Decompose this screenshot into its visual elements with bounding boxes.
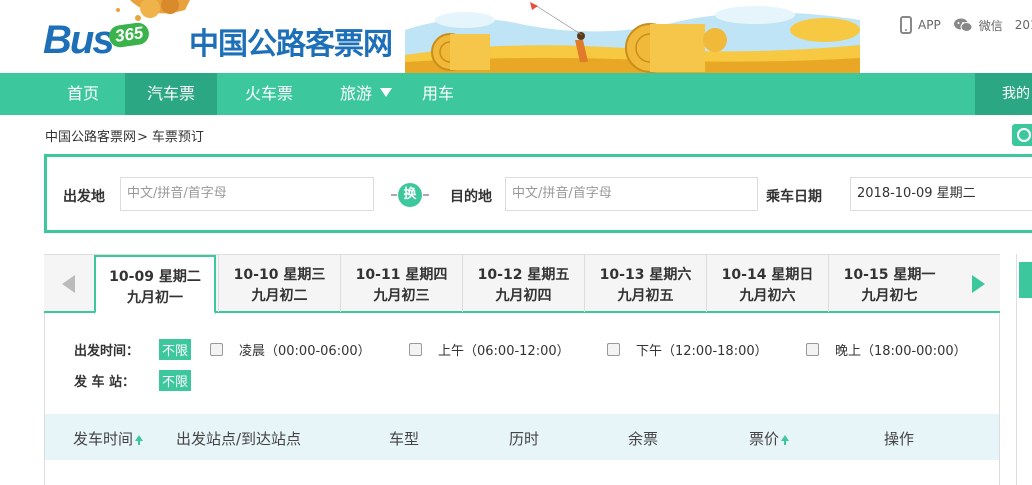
breadcrumb-home-link[interactable]: 中国公路客票网 bbox=[45, 130, 136, 145]
nav-bus-tickets[interactable]: 汽车票 bbox=[125, 73, 217, 115]
logo-bus-text: Bus bbox=[43, 18, 115, 62]
nav-car-rental-label: 用车 bbox=[421, 84, 454, 103]
date-input[interactable]: 2018-10-09 星期二 bbox=[850, 177, 1032, 211]
station-filter-label: 发 车 站： bbox=[74, 375, 136, 390]
time-unlimited-tag[interactable]: 不限 bbox=[159, 339, 192, 360]
breadcrumb-separator: > bbox=[137, 130, 148, 145]
site-name: 中国公路客票网 bbox=[189, 27, 393, 62]
breadcrumb: 中国公路客票网> 车票预订 bbox=[45, 126, 204, 145]
swap-line-left bbox=[391, 194, 397, 196]
hay-bale-banner bbox=[405, 0, 860, 73]
col-price-label: 票价 bbox=[749, 430, 780, 448]
logo-365-badge: 365 bbox=[107, 21, 151, 49]
col-action: 操作 bbox=[884, 430, 915, 448]
date-tab-lunar: 九月初四 bbox=[495, 288, 552, 304]
date-tab-lunar: 九月初二 bbox=[251, 288, 308, 304]
date-tab-date: 10-15 星期一 bbox=[843, 267, 936, 283]
date-tab-date: 10-11 星期四 bbox=[355, 267, 448, 283]
app-label: APP bbox=[918, 18, 941, 32]
nav-my-account[interactable]: 我的 bbox=[975, 73, 1032, 115]
date-tab[interactable]: 10-13 星期六 九月初五 bbox=[584, 255, 706, 312]
nav-home-label: 首页 bbox=[66, 84, 99, 103]
phone-icon bbox=[900, 16, 912, 34]
checkbox[interactable] bbox=[409, 343, 422, 356]
sort-up-icon bbox=[135, 435, 144, 445]
col-price[interactable]: 票价 bbox=[749, 428, 790, 449]
nav-train-tickets[interactable]: 火车票 bbox=[229, 73, 309, 115]
wechat-link[interactable]: 微信 bbox=[953, 17, 1003, 34]
swap-icon: 换 bbox=[398, 183, 422, 207]
nav-bus-tickets-label: 汽车票 bbox=[146, 84, 195, 103]
to-label: 目的地 bbox=[450, 189, 492, 205]
checkbox[interactable] bbox=[210, 343, 223, 356]
sort-up-icon bbox=[781, 435, 790, 445]
time-option-label: 凌晨（00:00-06:00） bbox=[239, 344, 371, 359]
nav-travel[interactable]: 旅游 bbox=[326, 73, 406, 115]
date-tab-lunar: 九月初一 bbox=[127, 290, 183, 306]
time-option-afternoon[interactable]: 下午（12:00-18:00） bbox=[607, 340, 768, 359]
time-option-dawn[interactable]: 凌晨（00:00-06:00） bbox=[210, 340, 371, 359]
time-filter-row: 出发时间： 不限 bbox=[74, 339, 208, 360]
breadcrumb-current: 车票预订 bbox=[151, 130, 204, 145]
date-tab[interactable]: 10-12 星期五 九月初四 bbox=[462, 255, 584, 312]
main-nav: 首页 汽车票 火车票 旅游 用车 我的 bbox=[0, 73, 1032, 115]
date-tab-date: 10-14 星期日 bbox=[721, 267, 814, 283]
date-tab-date: 10-12 星期五 bbox=[477, 267, 570, 283]
prev-date-arrow-icon[interactable] bbox=[44, 255, 94, 312]
wechat-icon bbox=[953, 18, 973, 32]
time-option-label: 晚上（18:00-00:00） bbox=[835, 344, 967, 359]
site-header: Bus 365 中国公路客票网 APP 微信 20 bbox=[0, 0, 1032, 73]
checkbox[interactable] bbox=[806, 343, 819, 356]
date-tab[interactable]: 10-11 星期四 九月初三 bbox=[340, 255, 462, 312]
time-option-evening[interactable]: 晚上（18:00-00:00） bbox=[806, 340, 967, 359]
app-link[interactable]: APP bbox=[900, 16, 941, 34]
time-option-morning[interactable]: 上午（06:00-12:00） bbox=[409, 340, 570, 359]
time-option-label: 上午（06:00-12:00） bbox=[438, 344, 570, 359]
col-depart-time-label: 发车时间 bbox=[73, 430, 134, 448]
service-icon[interactable] bbox=[1012, 124, 1032, 146]
from-label: 出发地 bbox=[63, 189, 105, 205]
from-input[interactable]: 中文/拼音/首字母 bbox=[120, 177, 374, 211]
swap-line-right bbox=[423, 194, 429, 196]
time-option-label: 下午（12:00-18:00） bbox=[636, 344, 768, 359]
date-tab-lunar: 九月初六 bbox=[739, 288, 796, 304]
header-right-links: APP 微信 201 bbox=[900, 16, 1032, 34]
year-fragment: 201 bbox=[1014, 18, 1032, 32]
col-bus-type: 车型 bbox=[389, 430, 420, 448]
results-table-header: 发车时间 出发站点/到达站点 车型 历时 余票 票价 操作 bbox=[45, 414, 999, 460]
date-label: 乘车日期 bbox=[766, 189, 822, 205]
time-filter-label: 出发时间： bbox=[74, 344, 140, 359]
station-filter-row: 发 车 站： 不限 bbox=[74, 370, 208, 391]
date-tab-lunar: 九月初七 bbox=[861, 288, 918, 304]
dropdown-arrow-icon bbox=[380, 88, 392, 97]
next-date-arrow-icon[interactable] bbox=[950, 255, 1000, 312]
date-tab[interactable]: 10-15 星期一 九月初七 bbox=[828, 255, 950, 312]
to-input[interactable]: 中文/拼音/首字母 bbox=[505, 177, 758, 211]
date-tab-lunar: 九月初五 bbox=[617, 288, 674, 304]
checkbox[interactable] bbox=[607, 343, 620, 356]
col-depart-time[interactable]: 发车时间 bbox=[73, 428, 144, 449]
nav-home[interactable]: 首页 bbox=[43, 73, 123, 115]
date-tab-lunar: 九月初三 bbox=[373, 288, 430, 304]
side-panel-header bbox=[1019, 262, 1032, 298]
date-tab[interactable]: 10-14 星期日 九月初六 bbox=[706, 255, 828, 312]
date-tab-date: 10-10 星期三 bbox=[233, 267, 326, 283]
date-selector: 10-09 星期二 九月初一 10-10 星期三 九月初二 10-11 星期四 … bbox=[44, 254, 1000, 314]
search-form: 出发地 中文/拼音/首字母 换 目的地 中文/拼音/首字母 乘车日期 2018-… bbox=[44, 154, 1032, 233]
nav-train-tickets-label: 火车票 bbox=[244, 84, 293, 103]
nav-car-rental[interactable]: 用车 bbox=[405, 73, 471, 115]
col-remaining: 余票 bbox=[628, 430, 659, 448]
col-stations: 出发站点/到达站点 bbox=[176, 430, 302, 448]
wechat-label: 微信 bbox=[978, 18, 1003, 33]
date-tab[interactable]: 10-10 星期三 九月初二 bbox=[218, 255, 340, 312]
nav-travel-label: 旅游 bbox=[339, 84, 372, 103]
date-tab[interactable]: 10-09 星期二 九月初一 bbox=[94, 255, 216, 314]
date-tab-date: 10-13 星期六 bbox=[599, 267, 692, 283]
swap-button[interactable]: 换 bbox=[391, 182, 429, 208]
station-unlimited-tag[interactable]: 不限 bbox=[159, 370, 192, 391]
date-tab-date: 10-09 星期二 bbox=[109, 269, 201, 285]
site-logo[interactable]: Bus 365 bbox=[43, 14, 151, 62]
col-duration: 历时 bbox=[509, 430, 540, 448]
